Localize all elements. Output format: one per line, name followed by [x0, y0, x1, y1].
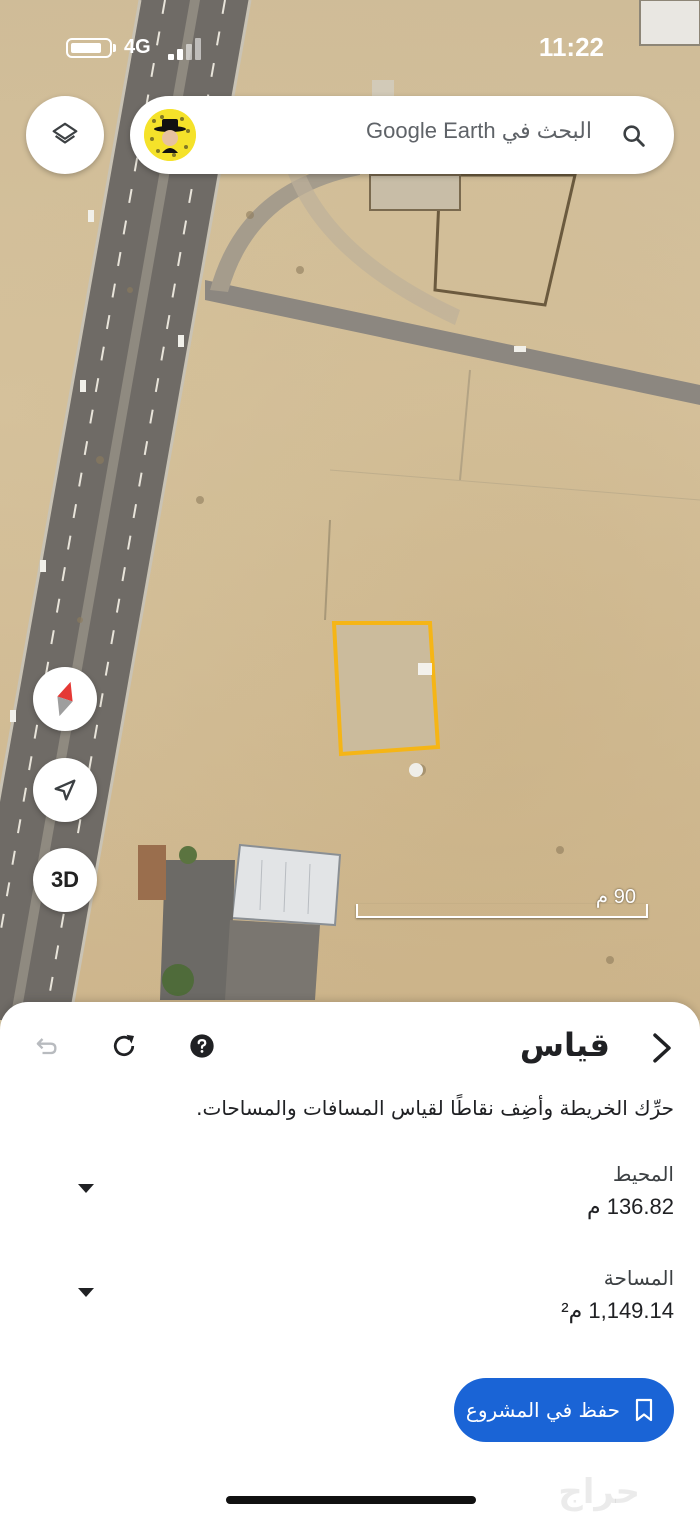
refresh-button[interactable] — [108, 1030, 140, 1062]
perimeter-value: 136.82 م — [586, 1194, 674, 1219]
area-dropdown-icon[interactable] — [78, 1288, 94, 1297]
redo-button[interactable] — [30, 1030, 62, 1062]
search-bar[interactable]: البحث في Google Earth — [130, 96, 674, 174]
3d-toggle-button[interactable]: 3D — [33, 848, 97, 912]
save-to-project-button[interactable]: حفظ في المشروع — [454, 1378, 674, 1442]
my-location-icon — [54, 779, 76, 801]
panel-title: قياس — [519, 1026, 610, 1064]
status-time: 11:22 — [538, 32, 604, 62]
3d-label: 3D — [50, 867, 80, 892]
area-row[interactable]: المساحة 1,149.14 م² — [34, 1266, 674, 1336]
scale-bar — [356, 904, 648, 918]
search-placeholder: البحث في Google Earth — [366, 118, 592, 143]
help-button[interactable] — [186, 1030, 218, 1062]
my-location-button[interactable] — [33, 758, 97, 822]
bookmark-icon — [635, 1398, 653, 1422]
signal-icon — [168, 36, 206, 60]
avatar[interactable] — [144, 109, 196, 161]
search-icon[interactable] — [620, 122, 648, 150]
status-bar: 4G 11:22 — [0, 0, 700, 90]
perimeter-dropdown-icon[interactable] — [78, 1184, 94, 1193]
compass-button[interactable] — [33, 667, 97, 731]
measure-instructions: حرِّك الخريطة وأضِف نقاطًا لقياس المسافا… — [196, 1096, 674, 1120]
measure-panel: قياس حرِّك الخريطة وأضِف نقاطًا لقياس ال… — [0, 1002, 700, 1518]
measure-panel-header: قياس — [0, 1002, 700, 1092]
help-icon — [190, 1034, 214, 1058]
map-scale: 90 م — [356, 884, 648, 920]
battery-icon — [66, 38, 112, 58]
network-type: 4G — [124, 36, 151, 58]
area-value: 1,149.14 م² — [561, 1298, 674, 1323]
chevron-right-icon[interactable] — [648, 1030, 676, 1066]
watermark: حراج — [558, 1472, 640, 1512]
perimeter-row[interactable]: المحيط 136.82 م — [34, 1162, 674, 1232]
layers-icon — [52, 122, 78, 144]
home-indicator[interactable] — [226, 1496, 476, 1504]
compass-icon — [57, 681, 73, 717]
redo-icon — [36, 1038, 57, 1055]
perimeter-label: المحيط — [612, 1162, 674, 1186]
layers-button[interactable] — [26, 96, 104, 174]
area-label: المساحة — [603, 1266, 674, 1290]
save-label: حفظ في المشروع — [465, 1398, 620, 1422]
refresh-icon — [113, 1034, 135, 1057]
